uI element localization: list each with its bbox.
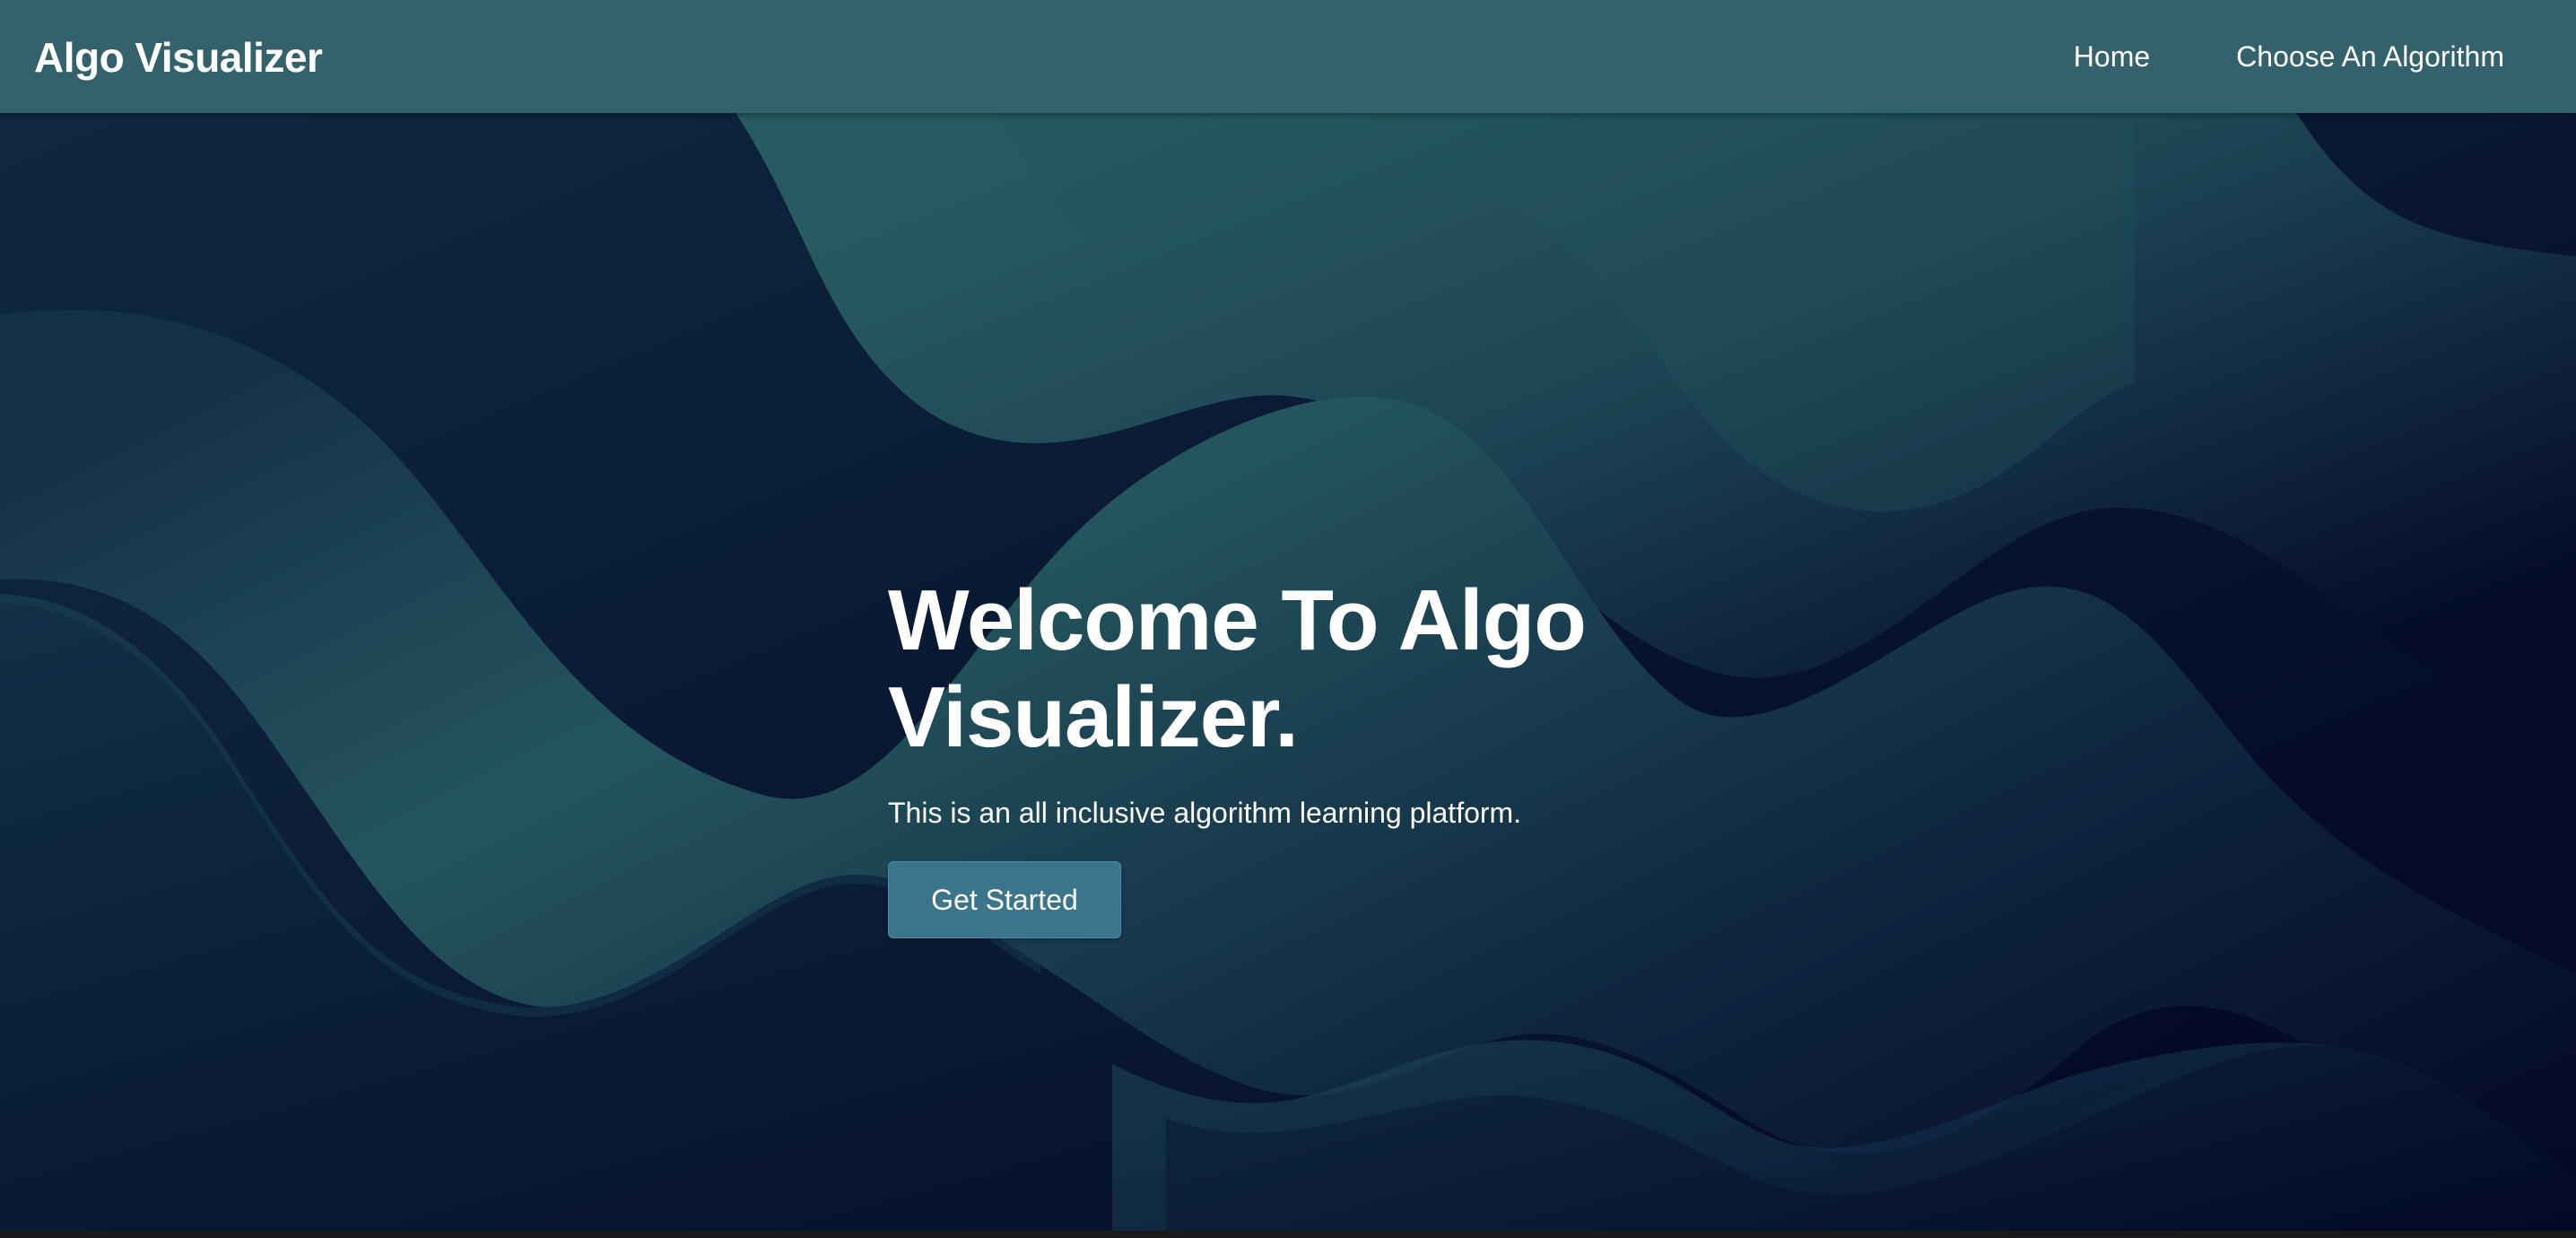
- get-started-button[interactable]: Get Started: [888, 861, 1121, 938]
- top-navbar: Algo Visualizer Home Choose An Algorithm: [0, 0, 2576, 113]
- nav-link-home[interactable]: Home: [2074, 36, 2150, 77]
- page: Algo Visualizer Home Choose An Algorithm: [0, 0, 2576, 1238]
- window-bottom-edge: [0, 1231, 2576, 1238]
- nav-links: Home Choose An Algorithm: [2074, 36, 2504, 77]
- hero-title: Welcome To Algo Visualizer.: [888, 572, 1587, 765]
- hero-subtitle: This is an all inclusive algorithm learn…: [888, 797, 1522, 829]
- hero-section: Welcome To Algo Visualizer. This is an a…: [0, 113, 2576, 1231]
- brand-logo[interactable]: Algo Visualizer: [34, 32, 323, 83]
- hero-content: Welcome To Algo Visualizer. This is an a…: [888, 572, 1695, 938]
- nav-link-choose-algorithm[interactable]: Choose An Algorithm: [2236, 36, 2504, 77]
